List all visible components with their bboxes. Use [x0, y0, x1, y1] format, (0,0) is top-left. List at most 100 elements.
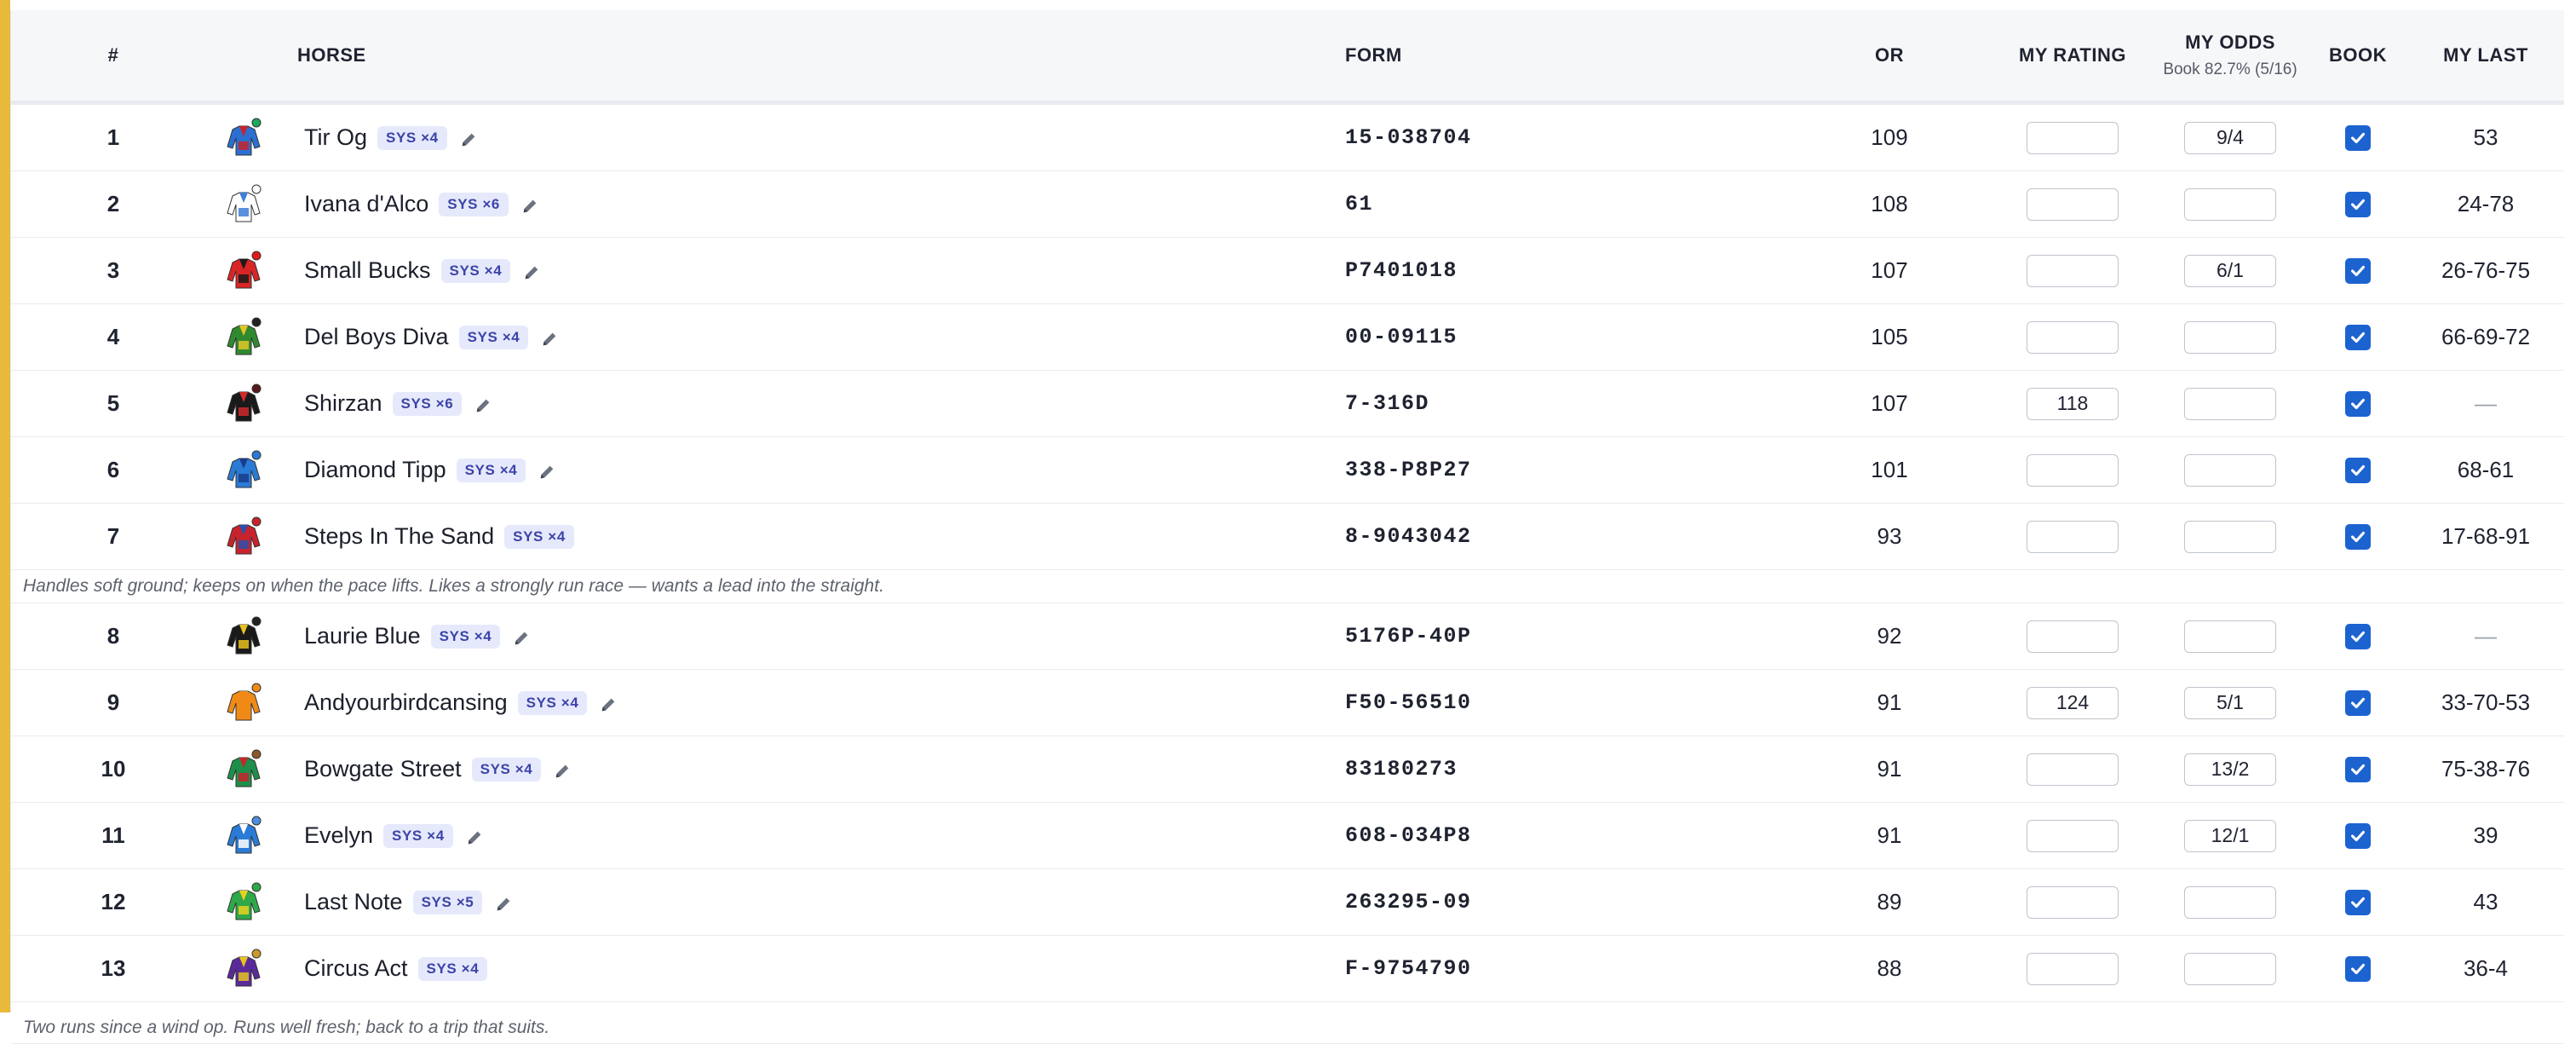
my-rating-input[interactable] — [2027, 121, 2119, 154]
horse-name[interactable]: Circus Act — [304, 955, 408, 982]
my-odds-input[interactable] — [2184, 885, 2276, 919]
table-row[interactable]: 2 Ivana d'Alco SYS ×6 61 108 24-78 — [11, 171, 2564, 238]
sys-badge[interactable]: SYS ×4 — [430, 624, 501, 649]
my-rating-input[interactable] — [2027, 453, 2119, 487]
book-checkbox[interactable] — [2345, 390, 2371, 417]
book-checkbox[interactable] — [2345, 756, 2371, 782]
my-odds-input[interactable] — [2184, 453, 2276, 487]
table-row[interactable]: 4 Del Boys Diva SYS ×4 00-09115 105 66-69-72 — [11, 304, 2564, 371]
col-header-my-rating[interactable]: MY RATING — [1996, 10, 2149, 101]
sys-badge[interactable]: SYS ×6 — [439, 192, 509, 216]
silk-icon — [224, 749, 263, 788]
col-header-form[interactable]: FORM — [1345, 10, 1686, 101]
my-rating-input[interactable] — [2027, 187, 2119, 221]
sys-badge[interactable]: SYS ×4 — [440, 258, 511, 283]
edit-note-icon[interactable] — [459, 129, 478, 147]
my-rating-input[interactable] — [2027, 819, 2119, 852]
edit-note-icon[interactable] — [465, 827, 484, 845]
sys-badge[interactable]: SYS ×4 — [417, 956, 488, 981]
edit-note-icon[interactable] — [494, 893, 513, 912]
table-row[interactable]: 1 Tir Og SYS ×4 15-038704 109 9/4 53 — [11, 105, 2564, 171]
edit-note-icon[interactable] — [599, 694, 618, 712]
horse-name[interactable]: Steps In The Sand — [304, 523, 494, 550]
book-checkbox[interactable] — [2345, 889, 2371, 915]
my-odds-input[interactable]: 12/1 — [2184, 819, 2276, 852]
my-rating-input[interactable] — [2027, 254, 2119, 287]
my-rating-input[interactable] — [2027, 520, 2119, 553]
table-row[interactable]: 10 Bowgate Street SYS ×4 83180273 91 13/2 75-3… — [11, 736, 2564, 803]
my-last-value: 36-4 — [2463, 955, 2509, 981]
table-row[interactable]: 8 Laurie Blue SYS ×4 5176P-40P 92 — — [11, 603, 2564, 670]
edit-note-icon[interactable] — [553, 760, 572, 779]
sys-badge[interactable]: SYS ×4 — [517, 690, 588, 715]
table-row[interactable]: 5 Shirzan SYS ×6 7-316D 107 118 — — [11, 371, 2564, 437]
book-checkbox[interactable] — [2345, 822, 2371, 849]
my-odds-input[interactable]: 13/2 — [2184, 753, 2276, 786]
sys-badge[interactable]: SYS ×4 — [504, 524, 574, 549]
horse-name[interactable]: Small Bucks — [304, 257, 431, 284]
book-checkbox[interactable] — [2345, 523, 2371, 550]
book-checkbox[interactable] — [2345, 324, 2371, 350]
horse-name[interactable]: Bowgate Street — [304, 756, 462, 782]
horse-name[interactable]: Diamond Tipp — [304, 457, 446, 483]
sys-badge[interactable]: SYS ×4 — [471, 757, 542, 782]
my-odds-input[interactable] — [2184, 952, 2276, 985]
sys-badge[interactable]: SYS ×5 — [412, 890, 483, 914]
col-header-or[interactable]: OR — [1817, 10, 1962, 101]
col-header-horse[interactable]: HORSE — [297, 10, 1064, 101]
runner-number: 10 — [101, 756, 126, 782]
table-row[interactable]: 9 Andyourbirdcansing SYS ×4 F50-56510 91 124 5… — [11, 670, 2564, 736]
my-rating-input[interactable] — [2027, 620, 2119, 653]
my-odds-input[interactable] — [2184, 320, 2276, 354]
book-checkbox[interactable] — [2345, 689, 2371, 716]
sys-badge[interactable]: SYS ×6 — [392, 391, 463, 416]
my-odds-input[interactable] — [2184, 520, 2276, 553]
book-checkbox[interactable] — [2345, 257, 2371, 284]
table-row[interactable]: 3 Small Bucks SYS ×4 P7401018 107 6/1 26-76-75 — [11, 238, 2564, 304]
horse-name[interactable]: Tir Og — [304, 124, 367, 151]
book-checkbox[interactable] — [2345, 623, 2371, 649]
book-checkbox[interactable] — [2345, 955, 2371, 982]
edit-note-icon[interactable] — [520, 195, 539, 214]
horse-name[interactable]: Shirzan — [304, 390, 382, 417]
table-row[interactable]: 13 Circus Act SYS ×4 F-9754790 88 36-4 — [11, 936, 2564, 1002]
table-row[interactable]: 7 Steps In The Sand SYS ×4 8-9043042 93 17-68… — [11, 504, 2564, 570]
horse-name[interactable]: Laurie Blue — [304, 623, 421, 649]
my-odds-input[interactable]: 9/4 — [2184, 121, 2276, 154]
my-odds-input[interactable]: 5/1 — [2184, 686, 2276, 719]
edit-note-icon[interactable] — [522, 262, 541, 280]
my-odds-input[interactable] — [2184, 387, 2276, 420]
col-header-book[interactable]: BOOK — [2311, 10, 2405, 101]
table-row[interactable]: 11 Evelyn SYS ×4 608-034P8 91 12/1 39 — [11, 803, 2564, 869]
my-rating-input[interactable]: 124 — [2027, 686, 2119, 719]
book-checkbox[interactable] — [2345, 191, 2371, 217]
sys-badge[interactable]: SYS ×4 — [377, 125, 447, 150]
table-row[interactable]: 6 Diamond Tipp SYS ×4 338-P8P27 101 68-61 — [11, 437, 2564, 504]
sys-badge[interactable]: SYS ×4 — [458, 325, 529, 349]
horse-name[interactable]: Del Boys Diva — [304, 324, 449, 350]
edit-note-icon[interactable] — [538, 461, 556, 480]
table-row[interactable]: 12 Last Note SYS ×5 263295-09 89 43 — [11, 869, 2564, 936]
horse-name[interactable]: Ivana d'Alco — [304, 191, 428, 217]
my-odds-input[interactable] — [2184, 620, 2276, 653]
my-odds-input[interactable]: 6/1 — [2184, 254, 2276, 287]
sys-badge[interactable]: SYS ×4 — [456, 458, 526, 482]
horse-name[interactable]: Andyourbirdcansing — [304, 689, 508, 716]
my-rating-input[interactable] — [2027, 952, 2119, 985]
col-header-number[interactable]: # — [11, 10, 216, 101]
book-checkbox[interactable] — [2345, 124, 2371, 151]
col-header-my-last[interactable]: MY LAST — [2405, 10, 2567, 101]
my-rating-input[interactable] — [2027, 885, 2119, 919]
edit-note-icon[interactable] — [474, 395, 492, 413]
my-odds-input[interactable] — [2184, 187, 2276, 221]
edit-note-icon[interactable] — [512, 627, 531, 646]
my-rating-input[interactable] — [2027, 320, 2119, 354]
sys-badge[interactable]: SYS ×4 — [383, 823, 453, 848]
horse-name[interactable]: Last Note — [304, 889, 403, 915]
horse-name[interactable]: Evelyn — [304, 822, 373, 849]
my-rating-input[interactable] — [2027, 753, 2119, 786]
my-rating-input[interactable]: 118 — [2027, 387, 2119, 420]
book-checkbox[interactable] — [2345, 457, 2371, 483]
col-header-my-odds[interactable]: MY ODDS Book 82.7% (5/16) — [2149, 10, 2311, 101]
edit-note-icon[interactable] — [540, 328, 559, 347]
